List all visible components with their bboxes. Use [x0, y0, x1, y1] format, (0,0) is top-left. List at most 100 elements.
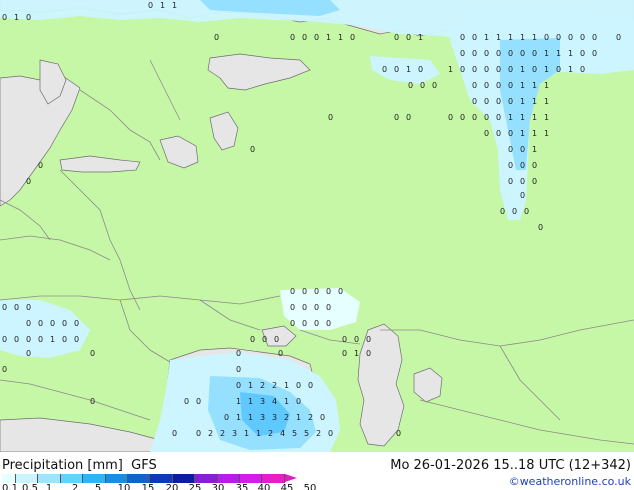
svg-text:0: 0	[520, 161, 525, 170]
svg-text:1: 1	[568, 65, 573, 74]
svg-text:3: 3	[232, 429, 237, 438]
legend-swatch	[262, 474, 285, 483]
svg-text:1: 1	[568, 49, 573, 58]
legend-swatch	[38, 474, 61, 483]
svg-text:5: 5	[304, 429, 309, 438]
svg-text:0: 0	[196, 429, 201, 438]
precip-value-label: 1	[172, 1, 177, 10]
svg-text:0: 0	[568, 33, 573, 42]
svg-text:1: 1	[354, 349, 359, 358]
svg-text:0: 0	[342, 335, 347, 344]
svg-text:1: 1	[520, 113, 525, 122]
svg-text:0: 0	[592, 33, 597, 42]
precip-value-label: 0	[148, 1, 153, 10]
svg-text:0: 0	[496, 129, 501, 138]
svg-text:0: 0	[302, 33, 307, 42]
svg-text:0: 0	[302, 287, 307, 296]
svg-text:0: 0	[496, 81, 501, 90]
svg-text:0: 0	[354, 335, 359, 344]
svg-text:0: 0	[302, 319, 307, 328]
svg-text:0: 0	[556, 33, 561, 42]
svg-text:0: 0	[14, 335, 19, 344]
svg-text:0: 0	[2, 13, 7, 22]
legend-tick: 1	[45, 483, 53, 490]
svg-text:0: 0	[460, 49, 465, 58]
svg-text:1: 1	[296, 413, 301, 422]
svg-text:0: 0	[302, 303, 307, 312]
svg-text:1: 1	[520, 81, 525, 90]
svg-text:1: 1	[544, 129, 549, 138]
legend-swatch	[105, 474, 128, 483]
svg-text:0: 0	[418, 65, 423, 74]
svg-text:0: 0	[236, 365, 241, 374]
svg-text:1: 1	[284, 381, 289, 390]
svg-text:1: 1	[520, 65, 525, 74]
svg-text:0: 0	[406, 33, 411, 42]
svg-text:1: 1	[448, 65, 453, 74]
svg-text:0: 0	[328, 429, 333, 438]
svg-text:0: 0	[532, 65, 537, 74]
legend-tick: 10	[117, 483, 131, 490]
svg-text:0: 0	[508, 97, 513, 106]
legend-tick: 0.1	[2, 483, 18, 490]
svg-text:1: 1	[284, 397, 289, 406]
svg-text:0: 0	[350, 33, 355, 42]
credit-link[interactable]: ©weatheronline.co.uk	[509, 475, 631, 488]
svg-text:1: 1	[248, 413, 253, 422]
svg-text:1: 1	[532, 145, 537, 154]
svg-text:0: 0	[314, 33, 319, 42]
svg-text:2: 2	[260, 381, 265, 390]
legend-tick: 35	[235, 483, 249, 490]
svg-text:1: 1	[248, 397, 253, 406]
svg-text:0: 0	[62, 335, 67, 344]
svg-text:0: 0	[420, 81, 425, 90]
svg-text:0: 0	[224, 413, 229, 422]
svg-text:0: 0	[38, 161, 43, 170]
svg-text:0: 0	[472, 49, 477, 58]
svg-text:0: 0	[314, 287, 319, 296]
legend-swatch	[83, 474, 106, 483]
svg-text:1: 1	[532, 113, 537, 122]
svg-text:0: 0	[394, 65, 399, 74]
svg-text:0: 0	[508, 81, 513, 90]
legend-tick: 0.5	[22, 483, 38, 490]
svg-text:1: 1	[532, 33, 537, 42]
svg-text:0: 0	[296, 381, 301, 390]
svg-text:1: 1	[544, 113, 549, 122]
svg-text:1: 1	[532, 97, 537, 106]
svg-text:3: 3	[260, 413, 265, 422]
svg-text:0: 0	[90, 349, 95, 358]
svg-text:2: 2	[268, 429, 273, 438]
svg-text:0: 0	[408, 81, 413, 90]
legend-swatch	[16, 474, 39, 483]
svg-text:0: 0	[184, 397, 189, 406]
svg-text:0: 0	[616, 33, 621, 42]
svg-text:0: 0	[2, 365, 7, 374]
svg-text:1: 1	[520, 97, 525, 106]
svg-text:0: 0	[496, 65, 501, 74]
legend-tick: 40	[257, 483, 271, 490]
svg-text:0: 0	[520, 49, 525, 58]
legend-swatch	[172, 474, 196, 483]
svg-text:0: 0	[26, 13, 31, 22]
svg-text:0: 0	[26, 335, 31, 344]
svg-text:3: 3	[260, 397, 265, 406]
svg-text:2: 2	[308, 413, 313, 422]
svg-text:0: 0	[460, 65, 465, 74]
svg-text:1: 1	[418, 33, 423, 42]
svg-text:1: 1	[248, 381, 253, 390]
svg-text:0: 0	[366, 335, 371, 344]
svg-text:0: 0	[326, 303, 331, 312]
svg-text:0: 0	[38, 335, 43, 344]
svg-text:0: 0	[382, 65, 387, 74]
svg-text:0: 0	[74, 335, 79, 344]
svg-text:0: 0	[508, 161, 513, 170]
svg-text:0: 0	[508, 145, 513, 154]
svg-text:0: 0	[508, 65, 513, 74]
precipitation-map: 0 000110 001 0011111000000 000000011100 …	[0, 0, 634, 452]
svg-text:0: 0	[484, 113, 489, 122]
svg-text:0: 0	[512, 207, 517, 216]
svg-text:0: 0	[290, 319, 295, 328]
svg-text:0: 0	[484, 129, 489, 138]
svg-text:1: 1	[532, 129, 537, 138]
